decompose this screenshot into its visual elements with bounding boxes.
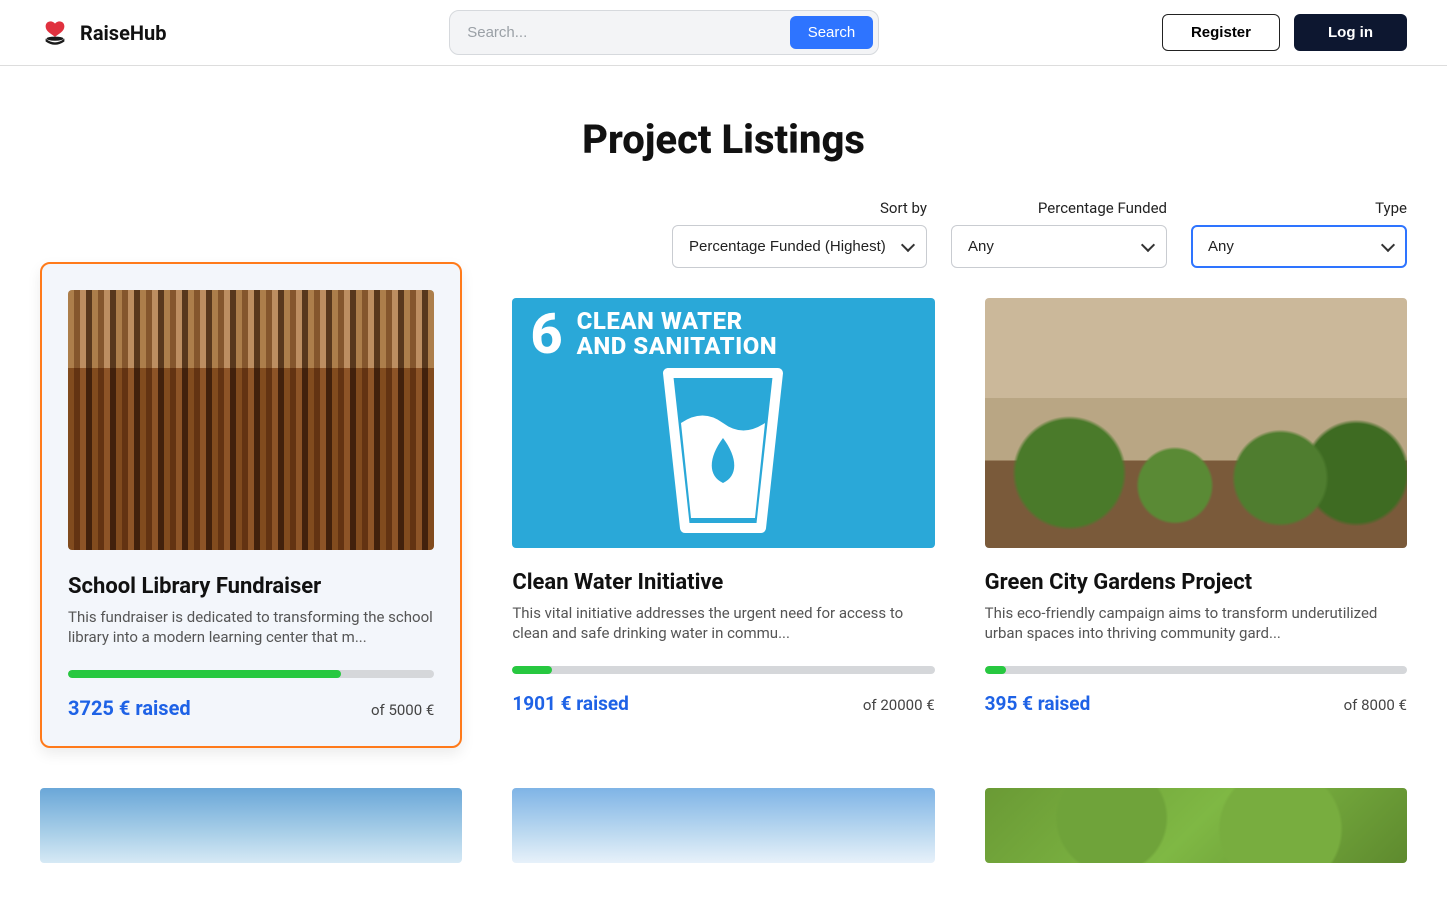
- page-title: Project Listings: [40, 116, 1407, 163]
- sdg6-number: 6: [530, 306, 562, 362]
- project-description: This vital initiative addresses the urge…: [512, 603, 934, 644]
- brand-logo-icon: [40, 18, 70, 48]
- type-select[interactable]: Any: [1191, 225, 1407, 268]
- sdg6-title: CLEAN WATERAND SANITATION: [577, 309, 778, 359]
- project-image: 6 CLEAN WATERAND SANITATION: [512, 298, 934, 548]
- project-grid: School Library Fundraiser This fundraiser…: [40, 298, 1407, 863]
- search-input[interactable]: [455, 18, 783, 47]
- auth-buttons: Register Log in: [1162, 14, 1407, 51]
- header: RaiseHub Search Register Log in: [0, 0, 1447, 66]
- project-card[interactable]: 6 CLEAN WATERAND SANITATION Clean Water In…: [512, 298, 934, 748]
- search-wrap: Search: [186, 10, 1142, 55]
- project-card[interactable]: [985, 788, 1407, 863]
- filter-sort-label: Sort by: [880, 199, 927, 217]
- progress-fill: [68, 670, 341, 678]
- project-footer: 1901 € raised of 20000 €: [512, 692, 934, 715]
- filters-bar: Sort by Percentage Funded (Highest) Perc…: [40, 199, 1407, 268]
- water-glass-icon: [653, 368, 793, 537]
- sdg6-header: 6 CLEAN WATERAND SANITATION: [512, 298, 934, 364]
- project-footer: 395 € raised of 8000 €: [985, 692, 1407, 715]
- amount-raised: 395 € raised: [985, 692, 1091, 715]
- project-image: [68, 290, 434, 550]
- search-button[interactable]: Search: [790, 16, 874, 49]
- filter-type: Type Any: [1191, 199, 1407, 268]
- project-card[interactable]: Green City Gardens Project This eco-frien…: [985, 298, 1407, 748]
- progress-fill: [985, 666, 1006, 674]
- progress-bar: [985, 666, 1407, 674]
- sort-select[interactable]: Percentage Funded (Highest): [672, 225, 927, 268]
- main: Project Listings Sort by Percentage Fund…: [0, 66, 1447, 923]
- brand-link[interactable]: RaiseHub: [40, 18, 166, 48]
- project-image: [985, 298, 1407, 548]
- amount-raised: 1901 € raised: [512, 692, 629, 715]
- amount-raised: 3725 € raised: [68, 696, 191, 720]
- filter-type-label: Type: [1375, 199, 1407, 217]
- filter-percentage-label: Percentage Funded: [1038, 199, 1167, 217]
- project-card[interactable]: [40, 788, 462, 863]
- progress-bar: [512, 666, 934, 674]
- project-footer: 3725 € raised of 5000 €: [68, 696, 434, 720]
- filter-sort: Sort by Percentage Funded (Highest): [672, 199, 927, 268]
- amount-goal: of 8000 €: [1344, 696, 1407, 714]
- progress-bar: [68, 670, 434, 678]
- percentage-select[interactable]: Any: [951, 225, 1167, 268]
- project-title: Clean Water Initiative: [512, 570, 934, 595]
- project-image: [40, 788, 462, 863]
- progress-fill: [512, 666, 552, 674]
- project-image: [512, 788, 934, 863]
- project-card[interactable]: [512, 788, 934, 863]
- project-image: [985, 788, 1407, 863]
- filter-percentage: Percentage Funded Any: [951, 199, 1167, 268]
- brand-name: RaiseHub: [80, 21, 166, 45]
- search-form: Search: [449, 10, 879, 55]
- login-button[interactable]: Log in: [1294, 14, 1407, 51]
- project-description: This eco-friendly campaign aims to trans…: [985, 603, 1407, 644]
- amount-goal: of 5000 €: [371, 701, 434, 719]
- project-title: School Library Fundraiser: [68, 574, 434, 599]
- register-button[interactable]: Register: [1162, 14, 1280, 51]
- project-card[interactable]: School Library Fundraiser This fundraiser…: [40, 262, 462, 748]
- project-description: This fundraiser is dedicated to transfor…: [68, 607, 434, 648]
- amount-goal: of 20000 €: [863, 696, 935, 714]
- project-title: Green City Gardens Project: [985, 570, 1407, 595]
